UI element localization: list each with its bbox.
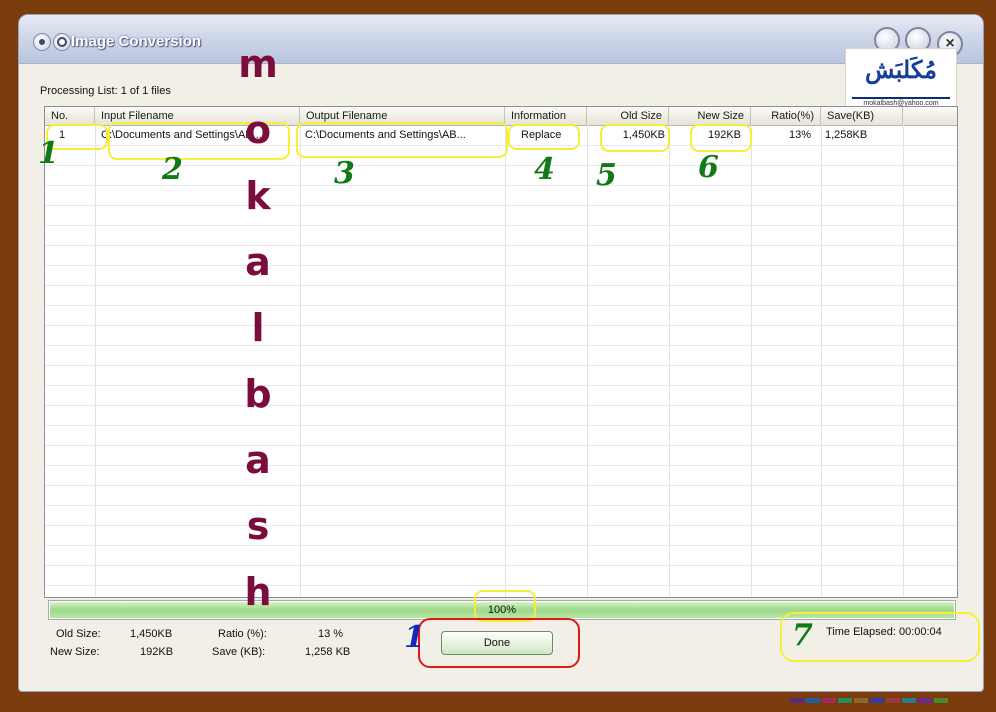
highlight-output bbox=[296, 122, 508, 158]
column-gridline bbox=[903, 125, 904, 597]
row-gridline bbox=[45, 505, 957, 506]
watermark-letter: k bbox=[245, 174, 271, 218]
save-label: Save (KB): bbox=[212, 646, 266, 658]
cell-save: 1,258KB bbox=[825, 129, 868, 141]
row-gridline bbox=[45, 245, 957, 246]
cell-ratio: 13% bbox=[788, 129, 811, 141]
row-gridline bbox=[45, 345, 957, 346]
watermark-letter: l bbox=[251, 306, 265, 350]
watermark-letter: b bbox=[244, 372, 272, 416]
column-header-new-size[interactable]: New Size bbox=[669, 107, 751, 125]
watermark-letter: o bbox=[244, 108, 272, 152]
row-gridline bbox=[45, 545, 957, 546]
highlight-information bbox=[508, 124, 580, 150]
row-gridline bbox=[45, 485, 957, 486]
watermark-letter: a bbox=[245, 240, 271, 284]
annotation-number: 3 bbox=[334, 156, 355, 191]
row-gridline bbox=[45, 225, 957, 226]
ratio-value: 13 % bbox=[318, 628, 344, 640]
annotation-number: 2 bbox=[162, 152, 183, 187]
highlight-old-size bbox=[600, 124, 670, 152]
window-menu-icon[interactable] bbox=[33, 33, 51, 51]
annotation-number: 1 bbox=[404, 620, 425, 655]
row-gridline bbox=[45, 205, 957, 206]
watermark-letter: a bbox=[245, 438, 271, 482]
row-gridline bbox=[45, 385, 957, 386]
highlight-new-size bbox=[690, 124, 752, 152]
row-gridline bbox=[45, 265, 957, 266]
column-gridline bbox=[505, 125, 506, 597]
new-size-label: New Size: bbox=[50, 646, 100, 658]
annotation-number: 1 bbox=[38, 136, 59, 171]
annotation-number: 7 bbox=[792, 618, 813, 653]
row-gridline bbox=[45, 305, 957, 306]
logo-arabic-text: مُكَلبَش bbox=[865, 55, 937, 84]
column-header-old-size[interactable]: Old Size bbox=[587, 107, 669, 125]
new-size-value: 192KB bbox=[140, 646, 174, 658]
column-gridline bbox=[95, 125, 96, 597]
column-header-information[interactable]: Information bbox=[505, 107, 587, 125]
row-gridline bbox=[45, 525, 957, 526]
row-gridline bbox=[45, 285, 957, 286]
watermark-letter: m bbox=[238, 42, 278, 86]
annotation-number: 5 bbox=[596, 158, 617, 193]
column-gridline bbox=[751, 125, 752, 597]
row-gridline bbox=[45, 465, 957, 466]
row-gridline bbox=[45, 405, 957, 406]
row-gridline bbox=[45, 445, 957, 446]
taskbar-color-strip bbox=[790, 690, 980, 703]
row-gridline bbox=[45, 365, 957, 366]
save-value: 1,258 KB bbox=[305, 646, 351, 658]
column-header-save[interactable]: Save(KB) bbox=[821, 107, 903, 125]
logo-divider bbox=[852, 97, 950, 99]
old-size-label: Old Size: bbox=[56, 628, 101, 640]
column-gridline bbox=[821, 125, 822, 597]
highlight-done-button bbox=[418, 618, 580, 668]
row-gridline bbox=[45, 325, 957, 326]
watermark-letter: s bbox=[246, 504, 270, 548]
column-gridline bbox=[669, 125, 670, 597]
old-size-value: 1,450KB bbox=[130, 628, 173, 640]
ratio-label: Ratio (%): bbox=[218, 628, 267, 640]
column-header-no[interactable]: No. bbox=[45, 107, 95, 125]
window-title: Image Conversion bbox=[71, 33, 202, 50]
window-rollup-icon[interactable] bbox=[53, 33, 71, 51]
annotation-number: 4 bbox=[534, 152, 555, 187]
row-gridline bbox=[45, 425, 957, 426]
column-gridline bbox=[300, 125, 301, 597]
watermark-letter: h bbox=[244, 570, 272, 614]
column-gridline bbox=[587, 125, 588, 597]
row-gridline bbox=[45, 585, 957, 586]
processing-label: Processing List: 1 of 1 files bbox=[40, 85, 171, 97]
annotation-number: 6 bbox=[698, 150, 719, 185]
row-gridline bbox=[45, 565, 957, 566]
column-header-ratio[interactable]: Ratio(%) bbox=[751, 107, 821, 125]
title-bar[interactable]: Image Conversion × bbox=[19, 15, 983, 64]
